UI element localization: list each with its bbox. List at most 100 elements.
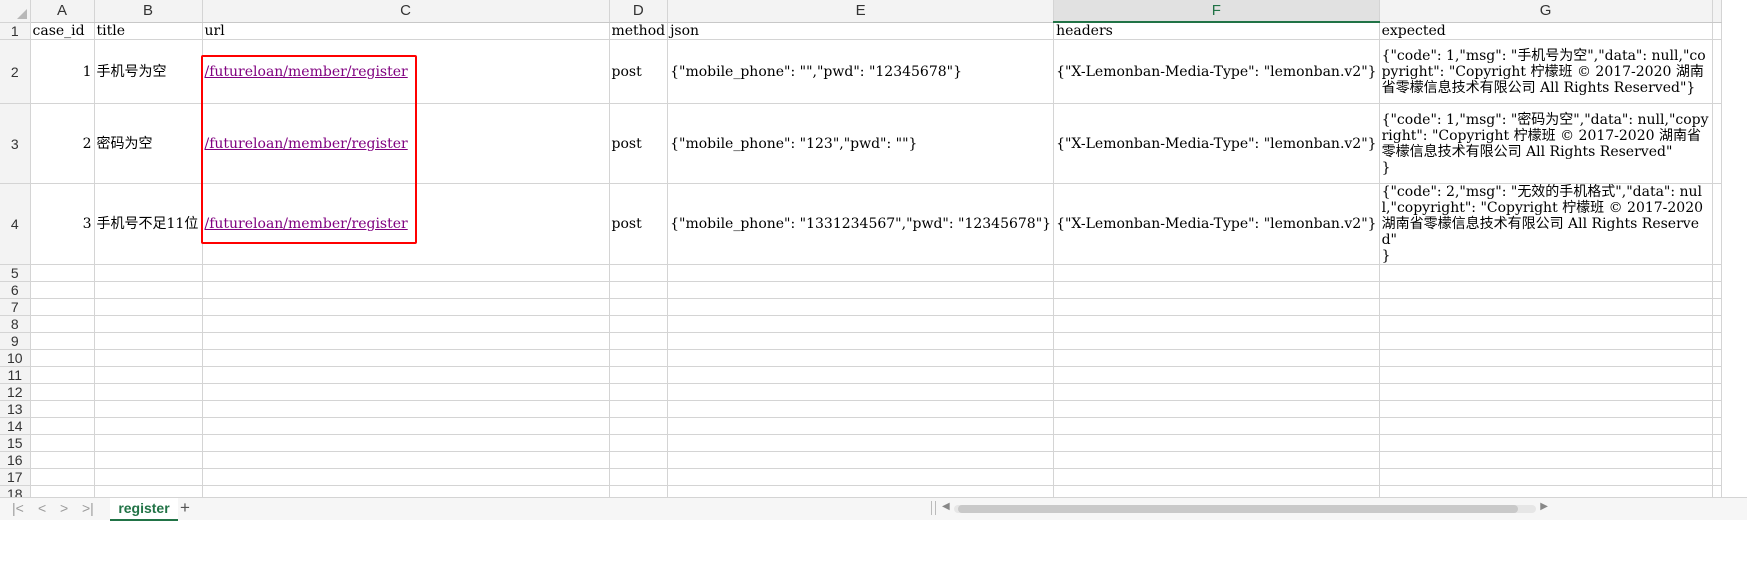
empty-cell[interactable] bbox=[1712, 366, 1722, 384]
empty-cell[interactable] bbox=[30, 315, 95, 333]
empty-cell[interactable] bbox=[30, 264, 95, 282]
cell-json[interactable]: {"mobile_phone": "123","pwd": ""} bbox=[667, 103, 1055, 184]
cell-headers[interactable]: {"X-Lemonban-Media-Type": "lemonban.v2"} bbox=[1053, 103, 1380, 184]
empty-cell[interactable] bbox=[94, 315, 203, 333]
column-header-d[interactable]: D bbox=[609, 0, 669, 23]
row-header[interactable]: 17 bbox=[0, 468, 31, 486]
cell-headers[interactable]: {"X-Lemonban-Media-Type": "lemonban.v2"} bbox=[1053, 183, 1380, 265]
empty-cell[interactable] bbox=[94, 298, 203, 316]
cell-expected[interactable]: expected bbox=[1379, 22, 1713, 40]
scroll-thumb[interactable] bbox=[958, 505, 1518, 513]
empty-cell[interactable] bbox=[30, 298, 95, 316]
cell-headers[interactable]: headers bbox=[1053, 22, 1380, 40]
empty-cell[interactable] bbox=[1379, 468, 1713, 486]
cell-title[interactable]: 密码为空 bbox=[94, 103, 203, 184]
row-header[interactable]: 7 bbox=[0, 298, 31, 316]
empty-cell[interactable] bbox=[667, 383, 1055, 401]
next-sheet-button[interactable]: > bbox=[60, 500, 68, 516]
empty-cell[interactable] bbox=[667, 298, 1055, 316]
empty-cell[interactable] bbox=[667, 315, 1055, 333]
empty-cell[interactable] bbox=[1053, 315, 1380, 333]
empty-cell[interactable] bbox=[667, 468, 1055, 486]
empty-cell[interactable] bbox=[609, 281, 669, 299]
cell-json[interactable]: {"mobile_phone": "","pwd": "12345678"} bbox=[667, 39, 1055, 104]
row-header[interactable]: 15 bbox=[0, 434, 31, 452]
empty-cell[interactable] bbox=[30, 366, 95, 384]
row-header[interactable]: 11 bbox=[0, 366, 31, 384]
empty-cell[interactable] bbox=[1053, 383, 1380, 401]
row-header[interactable]: 13 bbox=[0, 400, 31, 418]
empty-cell[interactable] bbox=[1379, 315, 1713, 333]
cell-expected[interactable]: {"code": 1,"msg": "手机号为空","data": null,"… bbox=[1379, 39, 1713, 104]
prev-sheet-button[interactable]: < bbox=[38, 500, 46, 516]
column-header-c[interactable]: C bbox=[202, 0, 610, 23]
add-sheet-button[interactable]: + bbox=[180, 498, 190, 518]
empty-cell[interactable] bbox=[202, 315, 610, 333]
cell-case-id[interactable]: case_id bbox=[30, 22, 95, 40]
empty-cell[interactable] bbox=[94, 434, 203, 452]
empty-cell[interactable] bbox=[1712, 383, 1722, 401]
row-header[interactable]: 4 bbox=[0, 183, 31, 265]
row-header[interactable]: 8 bbox=[0, 315, 31, 333]
empty-cell[interactable] bbox=[94, 332, 203, 350]
empty-cell[interactable] bbox=[30, 281, 95, 299]
empty-cell[interactable] bbox=[202, 264, 610, 282]
empty-cell[interactable] bbox=[1379, 332, 1713, 350]
empty-cell[interactable] bbox=[1379, 400, 1713, 418]
empty-cell[interactable] bbox=[1053, 298, 1380, 316]
empty-cell[interactable] bbox=[30, 349, 95, 367]
empty-cell[interactable] bbox=[1712, 315, 1722, 333]
empty-cell[interactable] bbox=[94, 264, 203, 282]
empty-cell[interactable] bbox=[202, 332, 610, 350]
empty-cell[interactable] bbox=[1053, 332, 1380, 350]
empty-cell[interactable] bbox=[1053, 349, 1380, 367]
cell-url[interactable]: /futureloan/member/register bbox=[202, 103, 610, 184]
row-header[interactable]: 5 bbox=[0, 264, 31, 282]
cell-case-id[interactable]: 3 bbox=[30, 183, 95, 265]
empty-cell[interactable] bbox=[609, 451, 669, 469]
empty-cell[interactable] bbox=[1712, 417, 1722, 435]
url-link[interactable]: /futureloan/member/register bbox=[205, 64, 408, 80]
empty-cell[interactable] bbox=[1053, 400, 1380, 418]
url-link[interactable]: /futureloan/member/register bbox=[205, 136, 408, 152]
empty-cell[interactable] bbox=[30, 383, 95, 401]
empty-cell[interactable] bbox=[609, 417, 669, 435]
empty-cell[interactable] bbox=[30, 417, 95, 435]
empty-cell[interactable] bbox=[1053, 451, 1380, 469]
empty-cell[interactable] bbox=[202, 451, 610, 469]
empty-cell[interactable] bbox=[30, 400, 95, 418]
column-header-g[interactable]: G bbox=[1379, 0, 1713, 23]
url-link[interactable]: /futureloan/member/register bbox=[205, 216, 408, 232]
empty-cell[interactable] bbox=[202, 417, 610, 435]
empty-cell[interactable] bbox=[667, 434, 1055, 452]
empty-cell[interactable] bbox=[1053, 468, 1380, 486]
empty-cell[interactable] bbox=[202, 468, 610, 486]
empty-cell[interactable] bbox=[667, 332, 1055, 350]
empty-cell[interactable] bbox=[1379, 281, 1713, 299]
cell-title[interactable]: title bbox=[94, 22, 203, 40]
empty-cell[interactable] bbox=[94, 400, 203, 418]
empty-cell[interactable] bbox=[1712, 298, 1722, 316]
empty-cell[interactable] bbox=[1712, 468, 1722, 486]
empty-cell[interactable] bbox=[202, 281, 610, 299]
empty-cell[interactable] bbox=[30, 451, 95, 469]
cell-url[interactable]: /futureloan/member/register bbox=[202, 39, 610, 104]
empty-cell[interactable] bbox=[1379, 434, 1713, 452]
cell-method[interactable]: method bbox=[609, 22, 669, 40]
empty-cell[interactable] bbox=[202, 434, 610, 452]
empty-cell[interactable] bbox=[609, 434, 669, 452]
empty-cell[interactable] bbox=[609, 332, 669, 350]
row-header[interactable]: 12 bbox=[0, 383, 31, 401]
empty-cell[interactable] bbox=[667, 366, 1055, 384]
scroll-right-arrow-icon[interactable]: ▶ bbox=[1540, 501, 1548, 512]
cell-case-id[interactable]: 1 bbox=[30, 39, 95, 104]
empty-cell[interactable] bbox=[609, 366, 669, 384]
empty-cell[interactable] bbox=[1712, 349, 1722, 367]
empty-cell[interactable] bbox=[1379, 349, 1713, 367]
empty-cell[interactable] bbox=[609, 298, 669, 316]
empty-cell[interactable] bbox=[94, 468, 203, 486]
empty-cell[interactable] bbox=[1712, 400, 1722, 418]
column-header-b[interactable]: B bbox=[94, 0, 203, 23]
empty-cell[interactable] bbox=[1712, 434, 1722, 452]
empty-cell[interactable] bbox=[609, 315, 669, 333]
